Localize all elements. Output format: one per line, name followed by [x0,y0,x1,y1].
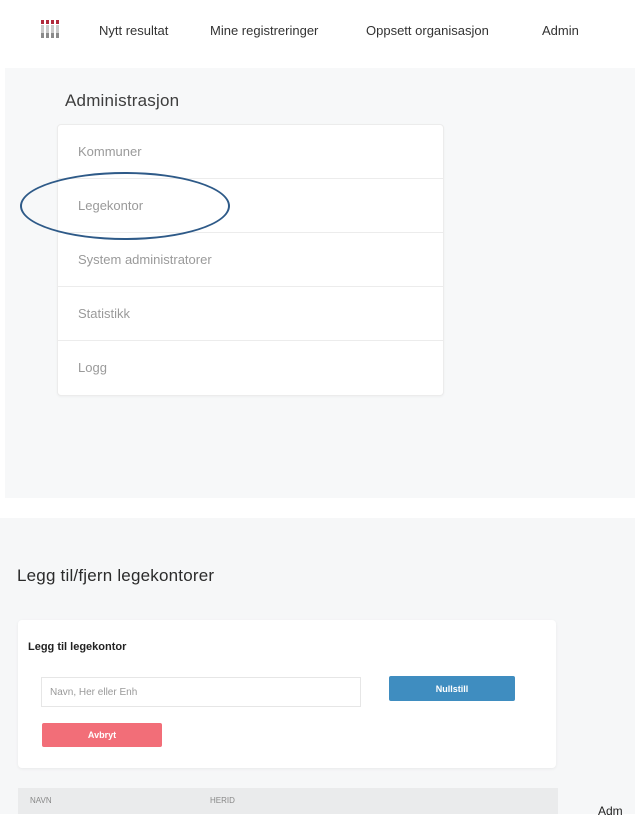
page-title: Legg til/fjern legekontorer [17,566,215,585]
menu-item-statistikk[interactable]: Statistikk [58,287,443,341]
nav-mine-registreringer[interactable]: Mine registreringer [210,23,318,38]
menu-item-legekontor[interactable]: Legekontor [58,179,443,233]
test-tubes-logo-icon[interactable] [40,20,60,40]
nav-oppsett-organisasjon[interactable]: Oppsett organisasjon [366,23,489,38]
menu-item-logg[interactable]: Logg [58,341,443,395]
table-header [18,788,558,814]
cancel-button[interactable]: Avbryt [42,723,162,747]
menu-item-kommuner[interactable]: Kommuner [58,125,443,179]
column-header-navn[interactable]: NAVN [30,796,52,805]
form-title: Legg til legekontor [28,641,127,653]
menu-item-label: Kommuner [78,144,142,159]
menu-item-label: Legekontor [78,198,144,213]
admin-menu: Kommuner Legekontor System administrator… [57,124,444,396]
menu-item-label: Statistikk [78,306,131,321]
admin-title: Administrasjon [65,91,180,110]
top-navbar: Nytt resultat Mine registreringer Oppset… [0,0,635,66]
search-input[interactable] [41,677,361,707]
menu-item-label: System administratorer [78,252,212,267]
column-header-herid[interactable]: HERID [210,796,235,805]
menu-item-label: Logg [78,360,107,375]
side-heading-fragment: Adm [598,804,623,818]
nav-admin[interactable]: Admin [542,23,579,38]
menu-item-system-administratorer[interactable]: System administratorer [58,233,443,287]
reset-button[interactable]: Nullstill [389,676,515,701]
nav-nytt-resultat[interactable]: Nytt resultat [99,23,168,38]
